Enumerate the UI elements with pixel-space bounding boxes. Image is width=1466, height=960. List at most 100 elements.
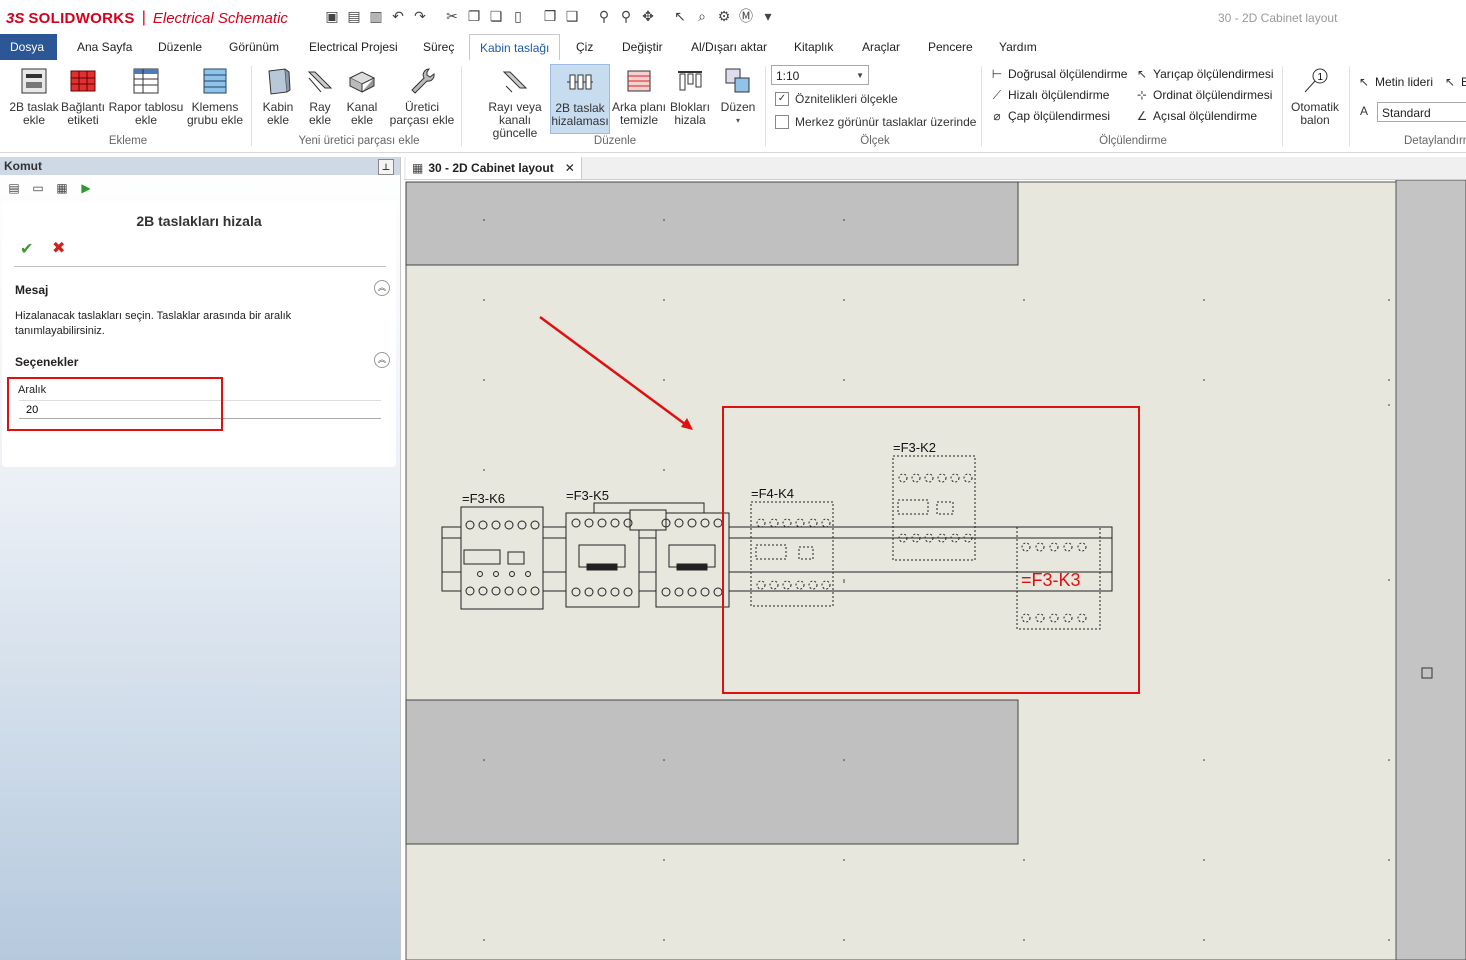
- aligned-dimension-label: Hizalı ölçülendirme: [1008, 88, 1110, 102]
- auto-balloon-label-2: balon: [1300, 113, 1330, 127]
- linear-dimension-button[interactable]: ⊢ Doğrusal ölçülendirme: [990, 67, 1128, 81]
- aligned-dimension-button[interactable]: ⟋ Hizalı ölçülendirme: [990, 88, 1110, 103]
- close-icon[interactable]: ✕: [565, 161, 575, 175]
- layout-icon: [721, 64, 755, 98]
- align-2d-footprints-button[interactable]: 2B taslak hizalaması: [550, 64, 610, 134]
- scale-select[interactable]: 1:10 ▼: [771, 65, 869, 85]
- copy-icon[interactable]: ❐: [464, 6, 484, 26]
- radius-dimension-button[interactable]: ↖ Yarıçap ölçülendirmesi: [1135, 67, 1274, 81]
- tab-process[interactable]: Süreç: [413, 34, 464, 60]
- align-footprints-icon: [563, 65, 597, 99]
- group-label-dimensioning: Ölçülendirme: [1099, 135, 1167, 147]
- property-manager-tab-icon[interactable]: ▤: [4, 179, 24, 197]
- svg-text:1: 1: [1318, 72, 1324, 83]
- tab-tools[interactable]: Araçlar: [852, 34, 910, 60]
- clipboard-icon[interactable]: ▯: [508, 6, 528, 26]
- insert-terminal-strip-button[interactable]: Klemens grubu ekle: [186, 64, 244, 127]
- panel-tabs: ▤ ▭ ▦ ▶: [4, 179, 96, 197]
- top-plate: [405, 181, 1019, 266]
- insert-2d-footprint-button[interactable]: 2B taslak ekle: [6, 64, 62, 127]
- tab-window[interactable]: Pencere: [918, 34, 983, 60]
- ribbon: 2B taslak ekle Bağlantı etiketi Rapor ta…: [0, 60, 1466, 153]
- tab-electrical-project[interactable]: Electrical Projesi: [299, 34, 408, 60]
- tab-library[interactable]: Kitaplık: [784, 34, 843, 60]
- collapse-message-icon[interactable]: ︽: [374, 280, 390, 296]
- collapse-options-icon[interactable]: ︽: [374, 352, 390, 368]
- layout-button[interactable]: Düzen ▾: [717, 64, 759, 127]
- scale-attributes-checkbox[interactable]: ✓ Öznitelikleri ölçekle: [775, 92, 898, 106]
- undo-icon[interactable]: ↶: [388, 6, 408, 26]
- ordinate-dimension-icon: ⊹: [1136, 88, 1148, 102]
- new-icon[interactable]: ▣: [322, 6, 342, 26]
- ordinate-dimension-button[interactable]: ⊹ Ordinat ölçülendirmesi: [1135, 88, 1272, 102]
- angular-dimension-button[interactable]: ∠ Açısal ölçülendirme: [1135, 109, 1257, 123]
- command-title: 2B taslakları hizala: [136, 213, 262, 229]
- copy-format-icon[interactable]: ❒: [540, 6, 560, 26]
- cut-icon[interactable]: ✂: [442, 6, 462, 26]
- block-leader-button[interactable]: ↖ B: [1443, 75, 1466, 89]
- pan-icon[interactable]: ✥: [638, 6, 658, 26]
- tab-home[interactable]: Ana Sayfa: [67, 34, 142, 60]
- paste-format-icon[interactable]: ❑: [562, 6, 582, 26]
- add-cabinet-button[interactable]: Kabin ekle: [258, 64, 298, 127]
- run-tab-icon[interactable]: ▶: [76, 179, 96, 197]
- pin-icon[interactable]: ⊥: [378, 159, 394, 175]
- scale-attributes-label: Öznitelikleri ölçekle: [795, 92, 898, 106]
- right-side-plate: [1395, 180, 1466, 960]
- add-manufacturer-part-button[interactable]: Üretici parçası ekle: [389, 64, 455, 127]
- search-icon[interactable]: ⌕: [692, 6, 712, 26]
- cancel-x-icon[interactable]: ✖: [52, 238, 65, 258]
- group-label-insert: Ekleme: [108, 135, 148, 147]
- update-rail-duct-button[interactable]: Rayı veya kanalı güncelle: [481, 64, 549, 140]
- print-icon[interactable]: ▥: [366, 6, 386, 26]
- standard-value: Standard: [1382, 106, 1431, 120]
- standard-select[interactable]: Standard: [1377, 102, 1466, 122]
- auto-balloon-button[interactable]: 1 Otomatik balon: [1288, 64, 1342, 127]
- tab-cabinet-layout[interactable]: Kabin taslağı: [469, 34, 561, 62]
- cabinet-icon: [261, 64, 295, 98]
- tab-view[interactable]: Görünüm: [219, 34, 289, 60]
- drawing-canvas[interactable]: =F3-K6 =F3-K5 =F4-K4 =F3-K2 =F3-K3: [404, 180, 1466, 960]
- center-visible-footprints-checkbox[interactable]: Merkez görünür taslaklar üzerinde: [775, 115, 976, 129]
- configuration-tab-icon[interactable]: ▭: [28, 179, 48, 197]
- add-duct-button[interactable]: Kanal ekle: [342, 64, 382, 127]
- style-icon: A: [1359, 104, 1368, 118]
- clean-background-button[interactable]: Arka planı temizle: [611, 64, 667, 127]
- tab-draw[interactable]: Çiz: [566, 34, 603, 60]
- macro-icon[interactable]: Ⓜ: [736, 6, 756, 26]
- text-leader-button[interactable]: ↖ Metin lideri: [1357, 75, 1433, 89]
- label-f3-k2: =F3-K2: [893, 440, 936, 455]
- connection-label-label-2: etiketi: [67, 113, 99, 127]
- tab-modify[interactable]: Değiştir: [612, 34, 673, 60]
- add-manufacturer-part-label-2: parçası ekle: [389, 113, 455, 127]
- insert-report-table-button[interactable]: Rapor tablosu ekle: [108, 64, 184, 127]
- label-f3-k3: =F3-K3: [1021, 570, 1081, 590]
- duct-icon: [345, 64, 379, 98]
- customize-dropdown-icon[interactable]: ▾: [758, 6, 778, 26]
- tab-help[interactable]: Yardım: [989, 34, 1047, 60]
- tab-file[interactable]: Dosya: [0, 34, 57, 60]
- settings-icon[interactable]: ⚙: [714, 6, 734, 26]
- save-icon[interactable]: ▤: [344, 6, 364, 26]
- message-text: Hizalanacak taslakları seçin. Taslaklar …: [15, 310, 292, 337]
- app-logo: 3S SOLIDWORKS | Electrical Schematic: [6, 8, 288, 28]
- paste-icon[interactable]: ❏: [486, 6, 506, 26]
- ok-check-icon[interactable]: ✔: [20, 239, 33, 259]
- update-rail-duct-label-2: kanalı güncelle: [492, 113, 538, 140]
- document-tab[interactable]: ▦ 30 - 2D Cabinet layout ✕: [406, 157, 582, 179]
- logo-mark: 3S: [6, 9, 25, 27]
- zoom-window-icon[interactable]: ⚲: [616, 6, 636, 26]
- component-tab-icon[interactable]: ▦: [52, 179, 72, 197]
- diameter-dimension-button[interactable]: ⌀ Çap ölçülendirmesi: [990, 109, 1110, 123]
- zoom-icon[interactable]: ⚲: [594, 6, 614, 26]
- tab-edit[interactable]: Düzenle: [148, 34, 212, 60]
- component-f3-k6[interactable]: [460, 506, 544, 610]
- tab-import-export[interactable]: Al/Dışarı aktar: [681, 34, 777, 60]
- diameter-dimension-label: Çap ölçülendirmesi: [1008, 109, 1111, 123]
- select-icon[interactable]: ↖: [670, 6, 690, 26]
- add-rail-button[interactable]: Ray ekle: [302, 64, 338, 127]
- connection-label-button[interactable]: Bağlantı etiketi: [60, 64, 106, 127]
- align-blocks-button[interactable]: Blokları hizala: [668, 64, 712, 127]
- document-title: 30 - 2D Cabinet layout: [1218, 11, 1338, 25]
- redo-icon[interactable]: ↷: [410, 6, 430, 26]
